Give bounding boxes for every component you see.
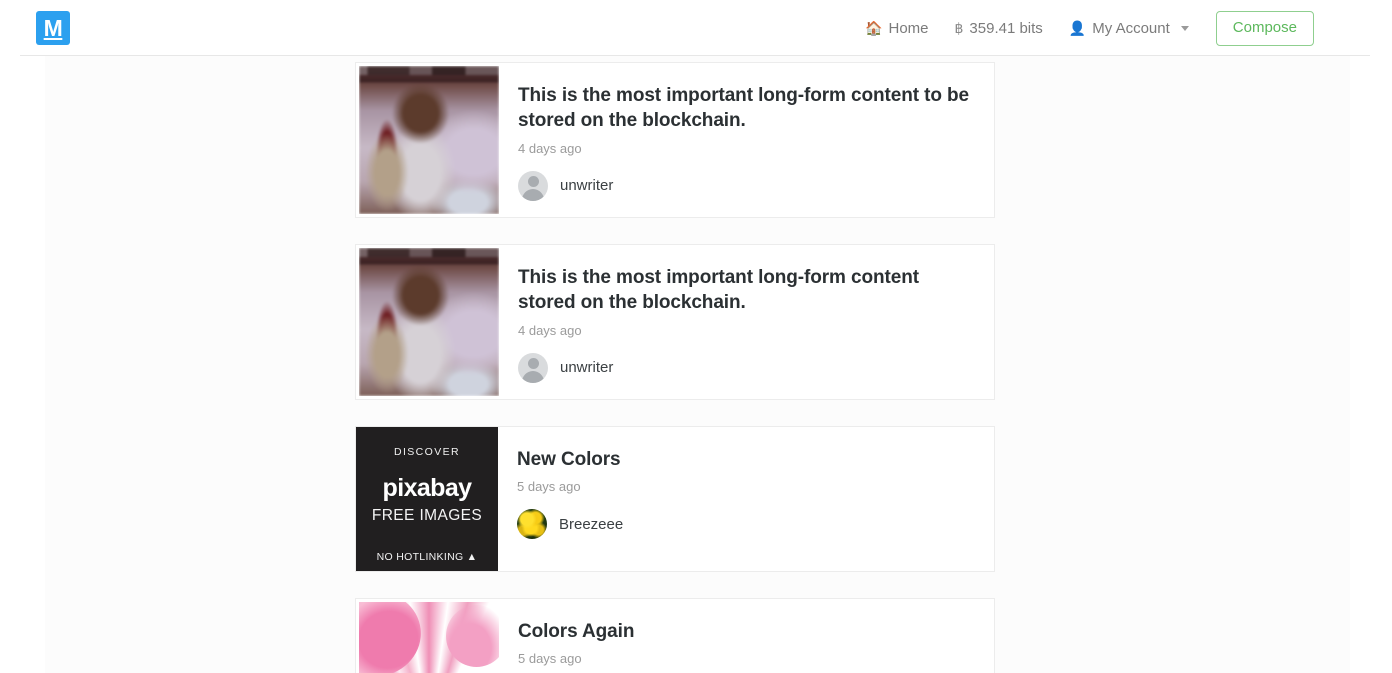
pixabay-subtitle: FREE IMAGES	[371, 507, 483, 524]
bitcoin-icon: ฿	[954, 20, 964, 36]
author-name[interactable]: unwriter	[560, 359, 613, 376]
post-card[interactable]: DISCOVER pixabay FREE IMAGES NO HOTLINKI…	[355, 426, 995, 572]
post-card[interactable]: This is the most important long-form con…	[355, 244, 995, 400]
avatar	[518, 170, 548, 201]
content-container: This is the most important long-form con…	[45, 56, 1350, 673]
post-body: New Colors 5 days ago Breezeee	[498, 427, 994, 555]
nav-balance-link[interactable]: ฿ 359.41 bits	[942, 20, 1056, 37]
pixabay-logo-text: pixabay	[382, 474, 473, 502]
nav-home-link[interactable]: 🏠 Home	[852, 20, 941, 37]
post-date: 4 days ago	[518, 322, 582, 338]
post-thumbnail[interactable]	[359, 602, 499, 673]
nav-home-label: Home	[888, 19, 929, 37]
pixabay-no-hotlinking-warning: NO HOTLINKING ▲	[376, 551, 478, 563]
post-title[interactable]: New Colors	[517, 447, 976, 472]
user-icon: 👤	[1068, 20, 1087, 36]
post-thumbnail[interactable]	[359, 66, 499, 214]
post-author[interactable]: Breezeee	[517, 509, 976, 540]
blurry-photo-thumbnail-image	[359, 248, 499, 396]
author-name[interactable]: Breezeee	[559, 516, 623, 533]
avatar-body-shape	[522, 370, 544, 383]
post-date: 5 days ago	[517, 479, 581, 495]
post-thumbnail[interactable]: DISCOVER pixabay FREE IMAGES NO HOTLINKI…	[356, 427, 498, 571]
blurry-photo-thumbnail-image	[359, 66, 499, 214]
avatar-head-shape	[527, 175, 539, 187]
compose-button[interactable]: Compose	[1215, 10, 1314, 46]
post-card[interactable]: Colors Again 5 days ago Breezeee	[355, 598, 995, 673]
post-thumbnail[interactable]	[359, 248, 499, 396]
pixabay-placeholder-thumbnail-image: DISCOVER pixabay FREE IMAGES NO HOTLINKI…	[356, 427, 498, 571]
avatar-head-shape	[527, 357, 539, 369]
pink-daisy-thumbnail-image	[359, 602, 499, 673]
top-navbar: M 🏠 Home ฿ 359.41 bits 👤 My Account Comp…	[0, 0, 1392, 56]
page-body: This is the most important long-form con…	[0, 56, 1392, 673]
brand-logo[interactable]: M	[36, 11, 70, 45]
nav-balance-label: 359.41 bits	[969, 19, 1043, 37]
post-author[interactable]: unwriter	[518, 170, 976, 201]
post-title[interactable]: Colors Again	[518, 619, 976, 644]
author-name[interactable]: unwriter	[560, 177, 613, 194]
post-body: Colors Again 5 days ago Breezeee	[499, 599, 994, 673]
post-feed: This is the most important long-form con…	[355, 62, 995, 673]
nav-links: 🏠 Home ฿ 359.41 bits 👤 My Account Compos…	[852, 10, 1314, 46]
avatar	[518, 352, 548, 383]
home-icon: 🏠	[865, 20, 883, 36]
post-card[interactable]: This is the most important long-form con…	[355, 62, 995, 218]
post-title[interactable]: This is the most important long-form con…	[518, 265, 976, 316]
post-date: 5 days ago	[518, 651, 582, 667]
post-author[interactable]: unwriter	[518, 352, 976, 383]
pixabay-discover-label: DISCOVER	[393, 446, 461, 458]
nav-my-account-label: My Account	[1092, 19, 1170, 37]
post-body: This is the most important long-form con…	[499, 63, 994, 217]
post-title[interactable]: This is the most important long-form con…	[518, 83, 976, 134]
nav-my-account-dropdown[interactable]: 👤 My Account	[1056, 20, 1202, 37]
post-body: This is the most important long-form con…	[499, 245, 994, 399]
post-date: 4 days ago	[518, 140, 582, 156]
avatar	[517, 509, 547, 540]
chevron-down-icon	[1180, 25, 1189, 31]
avatar-body-shape	[522, 188, 544, 201]
